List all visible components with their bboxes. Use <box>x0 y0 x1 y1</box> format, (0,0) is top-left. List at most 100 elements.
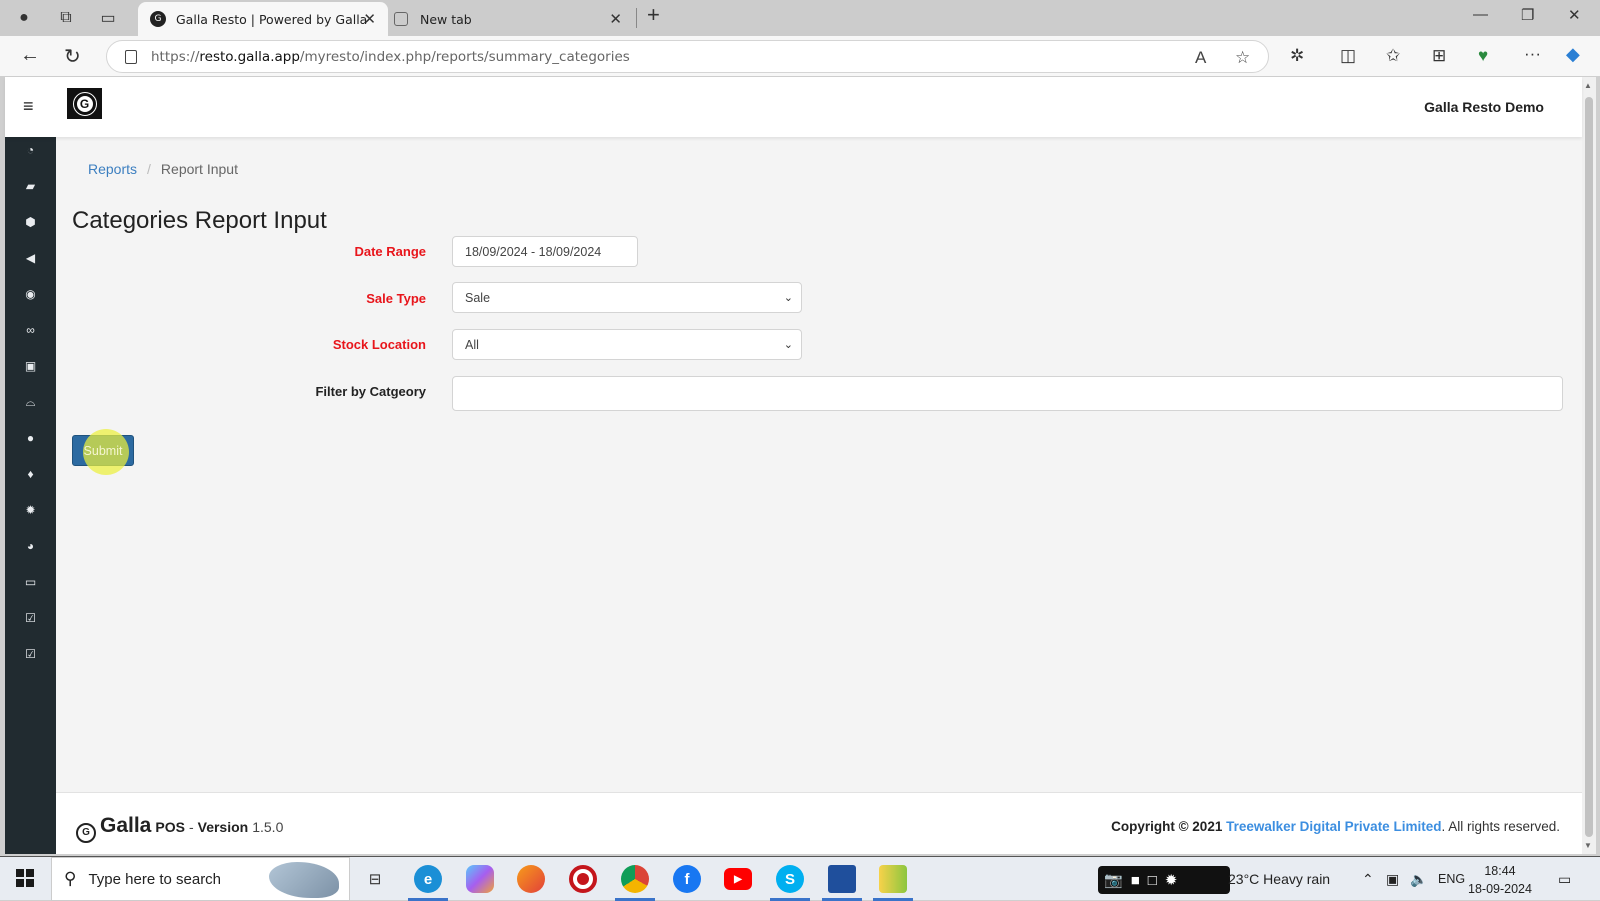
files-icon[interactable] <box>879 865 907 893</box>
footer: G Galla POS - Version 1.5.0 Copyright © … <box>56 792 1582 854</box>
read-aloud-icon[interactable]: A <box>1195 48 1206 68</box>
url-text[interactable]: https://resto.galla.app/myresto/index.ph… <box>151 49 630 65</box>
tray-chevron-icon[interactable]: ⌃ <box>1362 857 1374 901</box>
recorder-icon[interactable] <box>569 865 597 893</box>
map-marker-icon: ♦ <box>27 467 34 481</box>
workspaces-icon[interactable]: ⧉ <box>48 0 84 36</box>
user-circle-icon: ◉ <box>25 287 36 301</box>
filter-category-input[interactable] <box>452 376 1563 411</box>
breadcrumb-reports-link[interactable]: Reports <box>88 161 137 177</box>
windows-start-icon[interactable] <box>16 869 34 887</box>
sidebar-item-customers[interactable]: ◉ <box>5 279 56 309</box>
tab-galla-resto[interactable]: G Galla Resto | Powered by Galla ✕ <box>138 2 388 36</box>
task-view-icon[interactable]: ⊟ <box>361 865 389 893</box>
facebook-icon[interactable]: f <box>673 865 701 893</box>
address-bar[interactable]: https://resto.galla.app/myresto/index.ph… <box>106 40 1269 73</box>
close-tab-icon[interactable]: ✕ <box>609 10 622 28</box>
galla-logo[interactable]: G <box>67 88 102 119</box>
sidebar-item-tasks[interactable]: ☑ <box>5 603 56 633</box>
hamburger-menu-icon[interactable]: ≡ <box>23 96 34 117</box>
vertical-tabs-icon[interactable]: ▭ <box>90 0 126 36</box>
new-tab-button[interactable]: + <box>647 2 660 28</box>
footer-brand: G Galla POS - Version 1.5.0 <box>76 814 283 843</box>
profile-icon[interactable]: ● <box>6 0 42 36</box>
notifications-icon[interactable]: ▭ <box>1558 857 1571 901</box>
sidebar-item-giftcards[interactable]: ▣ <box>5 351 56 381</box>
close-window-icon[interactable]: ✕ <box>1568 6 1581 24</box>
stock-location-value: All <box>465 337 479 352</box>
store-icon[interactable] <box>828 865 856 893</box>
taskbar-search[interactable]: ⚲ Type here to search <box>51 857 350 901</box>
sidebar-item-sales[interactable]: ⌓ <box>5 387 56 417</box>
collections-icon[interactable]: ⊞ <box>1432 46 1446 66</box>
tab-new-tab[interactable]: New tab ✕ <box>390 2 634 36</box>
date: 18-09-2024 <box>1468 882 1532 896</box>
stock-location-select[interactable]: All ⌄ <box>452 329 802 360</box>
chevron-down-icon: ⌄ <box>783 339 793 351</box>
page-scrollbar[interactable]: ▲ ▼ <box>1582 77 1596 854</box>
more-icon[interactable]: ··· <box>1524 44 1541 64</box>
cube-icon: ⬢ <box>25 215 36 229</box>
sidebar-item-marketing[interactable]: ◀ <box>5 243 56 273</box>
window-icon[interactable]: □ <box>1148 872 1157 889</box>
sidebar-item-expenses[interactable]: ▭ <box>5 567 56 597</box>
language-indicator[interactable]: ENG <box>1438 857 1465 901</box>
main-content: Reports / Report Input Categories Report… <box>56 137 1582 792</box>
clock[interactable]: 18:44 18-09-2024 <box>1468 862 1532 898</box>
scroll-up-icon[interactable]: ▲ <box>1584 81 1592 90</box>
minimize-icon[interactable]: — <box>1473 6 1488 23</box>
camera-icon[interactable]: 📷 <box>1104 871 1123 889</box>
sale-type-select[interactable]: Sale ⌄ <box>452 282 802 313</box>
search-icon: ⚲ <box>64 869 77 888</box>
sidebar-item-dashboard[interactable]: ◔ <box>5 135 56 165</box>
sidebar-item-reports[interactable]: ◕ <box>5 531 56 561</box>
close-tab-icon[interactable]: ✕ <box>363 10 376 28</box>
chrome-icon[interactable] <box>621 865 649 893</box>
search-highlight-art <box>269 862 339 898</box>
copilot-icon[interactable]: ◆ <box>1566 44 1580 65</box>
sidebar-item-suppliers[interactable]: ∞ <box>5 315 56 345</box>
back-icon[interactable]: ← <box>20 44 40 67</box>
settings-icon[interactable]: ✹ <box>1165 871 1178 889</box>
video-icon[interactable]: ■ <box>1131 872 1140 889</box>
network-icon[interactable]: ▣ <box>1386 857 1399 901</box>
sidebar-item-employees[interactable]: ● <box>5 423 56 453</box>
favorites-icon[interactable]: ✩ <box>1386 46 1400 66</box>
scrollbar-thumb[interactable] <box>1585 97 1593 837</box>
sidebar-item-attendance[interactable]: ☑ <box>5 639 56 669</box>
extensions-icon[interactable]: ✲ <box>1290 46 1304 66</box>
gear-icon: ✹ <box>25 503 36 517</box>
browser-tab-strip: ● ⧉ ▭ G Galla Resto | Powered by Galla ✕… <box>0 0 1600 36</box>
sidebar-item-locations[interactable]: ♦ <box>5 459 56 489</box>
firefox-icon[interactable] <box>517 865 545 893</box>
browser-essentials-icon[interactable]: ♥ <box>1478 46 1488 66</box>
favorite-star-icon[interactable]: ☆ <box>1235 48 1250 68</box>
new-tab-icon <box>394 12 408 26</box>
pie-chart-icon: ◕ <box>26 539 35 553</box>
tab-title: Galla Resto | Powered by Galla <box>176 11 368 27</box>
tab-separator <box>636 8 637 28</box>
footer-version-label: Version <box>197 819 249 835</box>
scroll-down-icon[interactable]: ▼ <box>1584 841 1592 850</box>
submit-button[interactable]: Submit <box>72 435 134 466</box>
split-screen-icon[interactable]: ◫ <box>1340 46 1356 66</box>
copilot-app-icon[interactable] <box>466 865 494 893</box>
windows-taskbar: ⚲ Type here to search ⊟ e f ▶ S 📷 ■ □ ✹ … <box>0 856 1600 901</box>
volume-icon[interactable]: 🔈 <box>1410 857 1427 901</box>
sidebar-item-items[interactable]: ⬢ <box>5 207 56 237</box>
youtube-icon[interactable]: ▶ <box>724 868 752 890</box>
edge-icon[interactable]: e <box>414 865 442 893</box>
shopping-basket-icon: ⌓ <box>25 394 36 409</box>
company-link[interactable]: Treewalker Digital Private Limited <box>1226 819 1441 834</box>
company-name[interactable]: Galla Resto Demo <box>1424 99 1544 115</box>
restore-icon[interactable]: ❐ <box>1521 6 1534 24</box>
date-range-input[interactable]: 18/09/2024 - 18/09/2024 <box>452 236 638 267</box>
skype-icon[interactable]: S <box>776 865 804 893</box>
capture-toolbar: 📷 ■ □ ✹ <box>1098 866 1230 894</box>
weather-text[interactable]: 23°C Heavy rain <box>1228 857 1330 901</box>
sidebar-item-files[interactable]: ▰ <box>5 171 56 201</box>
sidebar-item-settings[interactable]: ✹ <box>5 495 56 525</box>
dashboard-icon: ◔ <box>26 143 35 157</box>
footer-copyright: Copyright © 2021 Treewalker Digital Priv… <box>1111 819 1560 834</box>
refresh-icon[interactable]: ↻ <box>64 44 81 69</box>
